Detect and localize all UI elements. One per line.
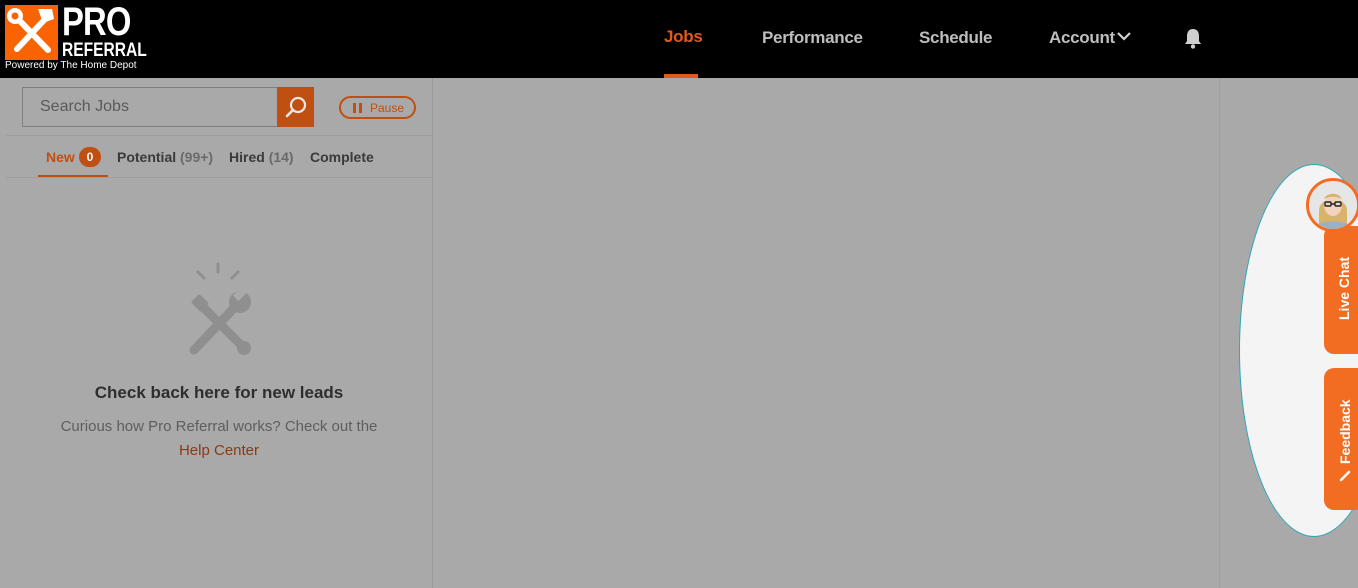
powered-by-text: Powered by The Home Depot — [5, 60, 137, 71]
pause-icon — [353, 103, 362, 113]
empty-state-text: Curious how Pro Referral works? Check ou… — [60, 418, 378, 435]
search-button[interactable] — [277, 87, 314, 127]
nav-schedule[interactable]: Schedule — [919, 28, 992, 48]
top-navigation-bar: PRO REFERRAL Powered by The Home Depot J… — [0, 0, 1358, 78]
pause-button[interactable]: Pause — [339, 96, 416, 119]
jobs-list-panel: Pause New 0 Potential (99+) Hired (14) C… — [6, 78, 433, 588]
logo-text-pro: PRO — [62, 0, 131, 44]
pencil-icon — [1339, 470, 1351, 482]
live-chat-label: Live Chat — [1336, 256, 1352, 320]
nav-active-indicator — [664, 74, 698, 78]
tab-hired-count: (14) — [268, 149, 294, 165]
tab-new[interactable]: New — [46, 149, 75, 165]
pro-referral-logo[interactable]: PRO REFERRAL Powered by The Home Depot — [4, 0, 147, 74]
search-icon — [285, 96, 307, 118]
tab-new-label: New — [46, 149, 75, 165]
tab-hired-label: Hired — [229, 149, 265, 165]
tab-complete-label: Complete — [310, 149, 374, 165]
nav-account[interactable]: Account — [1049, 28, 1115, 48]
search-box — [22, 87, 278, 127]
content-divider — [1219, 78, 1220, 588]
search-input[interactable] — [23, 88, 277, 126]
nav-performance[interactable]: Performance — [762, 28, 863, 48]
divider — [6, 135, 432, 136]
new-count-badge: 0 — [79, 147, 101, 167]
chevron-down-icon[interactable] — [1116, 30, 1132, 42]
agent-avatar[interactable] — [1306, 178, 1358, 232]
pause-label: Pause — [370, 101, 405, 115]
empty-state-title: Check back here for new leads — [94, 383, 344, 402]
divider — [6, 177, 432, 178]
tab-potential[interactable]: Potential (99+) — [117, 149, 213, 165]
tab-potential-label: Potential — [117, 149, 177, 165]
logo-text-referral: REFERRAL — [62, 40, 147, 61]
hammer-wrench-logo-icon — [5, 5, 58, 60]
tools-icon — [189, 262, 251, 355]
help-center-link[interactable]: Help Center — [6, 442, 432, 459]
feedback-label: Feedback — [1337, 399, 1353, 464]
tab-potential-count: (99+) — [180, 149, 214, 165]
tab-hired[interactable]: Hired (14) — [229, 149, 294, 165]
bell-icon[interactable] — [1183, 27, 1203, 49]
tab-complete[interactable]: Complete — [310, 149, 374, 165]
nav-jobs[interactable]: Jobs — [664, 27, 703, 47]
